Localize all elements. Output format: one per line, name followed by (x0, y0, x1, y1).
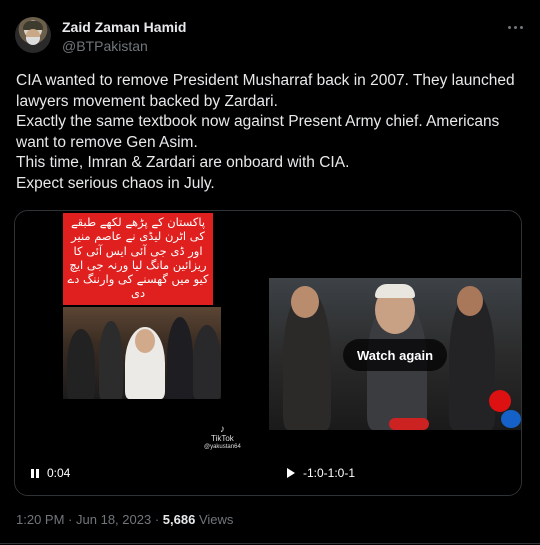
tiktok-watermark: ♪ TikTok @yakustan64 (204, 425, 241, 452)
video-time-left: 0:04 (47, 466, 71, 480)
video-time-right: -1:0-1:0-1 (303, 466, 356, 480)
watermark-handle: @yakustan64 (204, 444, 241, 450)
views-label: Views (198, 512, 234, 527)
author-handle[interactable]: @BTPakistan (62, 38, 148, 54)
tweet-line: CIA wanted to remove President Musharraf… (16, 72, 515, 89)
tweet: Zaid Zaman Hamid @BTPakistan CIA wanted … (0, 0, 540, 545)
pause-icon[interactable] (31, 468, 39, 478)
tweet-line: Exactly the same textbook now against Pr… (16, 113, 500, 131)
divider (0, 543, 540, 544)
meta-separator: · (68, 512, 73, 527)
tweet-time[interactable]: 1:20 PM (16, 512, 64, 527)
video-controls-right: -1:0-1:0-1 (287, 466, 355, 480)
video-right[interactable]: Watch again -1:0-1:0-1 (269, 211, 521, 495)
urdu-caption: پاکستان کے پڑھے لکھے طبقے کی اٹرن لیڈی ن… (67, 215, 209, 301)
video-left[interactable]: پاکستان کے پڑھے لکھے طبقے کی اٹرن لیڈی ن… (15, 211, 266, 495)
avatar[interactable] (15, 17, 51, 53)
video-frame (63, 307, 221, 399)
media-grid: پاکستان کے پڑھے لکھے طبقے کی اٹرن لیڈی ن… (14, 210, 522, 496)
tweet-line: Expect serious chaos in July. (16, 174, 215, 192)
watch-again-button[interactable]: Watch again (343, 339, 447, 371)
tweet-line: want to remove Gen Asim. (16, 133, 198, 151)
video-controls-left: 0:04 (31, 466, 70, 480)
tweet-line: lawyers movement backed by Zardari. (16, 92, 278, 110)
views-count: 5,686 (162, 512, 196, 527)
tweet-meta: 1:20 PM · Jun 18, 2023 · 5,686 Views (16, 512, 233, 527)
play-icon[interactable] (287, 468, 295, 478)
author-display-name[interactable]: Zaid Zaman Hamid (62, 19, 186, 35)
meta-separator: · (154, 512, 160, 527)
tiktok-icon: ♪ (219, 424, 225, 435)
tweet-date[interactable]: Jun 18, 2023 (76, 512, 151, 527)
watermark-label: TikTok (210, 434, 234, 443)
tweet-text: CIA wanted to remove President Musharraf… (16, 71, 526, 195)
more-horizontal-icon[interactable] (505, 19, 525, 35)
tweet-line: This time, Imran & Zardari are onboard w… (16, 154, 350, 172)
